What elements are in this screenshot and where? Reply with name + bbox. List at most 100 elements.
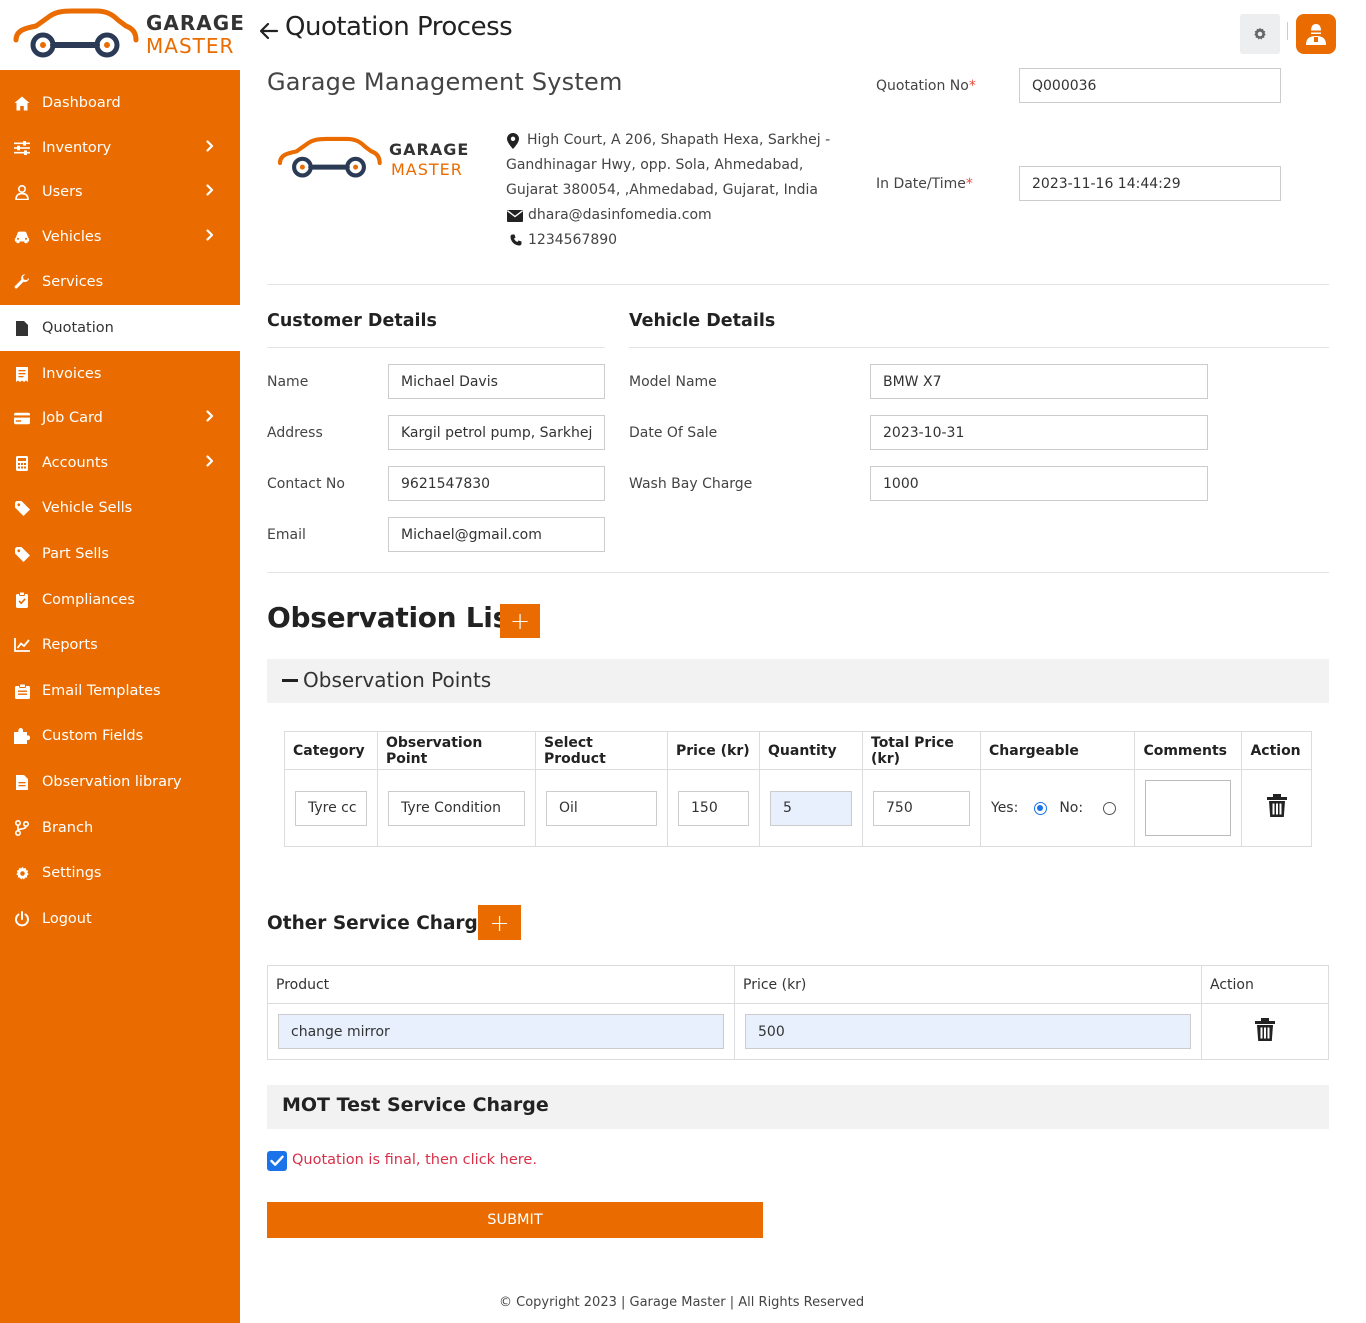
chargeable-no-radio[interactable] xyxy=(1103,801,1117,815)
checkmark-icon xyxy=(270,1155,284,1166)
sidebar-item-dashboard[interactable]: Dashboard xyxy=(0,80,240,126)
total-price-input[interactable]: 750 xyxy=(873,790,970,826)
collapse-minus-icon[interactable] xyxy=(282,679,298,682)
chargeable-yes-radio[interactable] xyxy=(1034,801,1048,815)
user-avatar[interactable] xyxy=(1296,14,1336,54)
in-date-label: In Date/Time* xyxy=(876,176,973,192)
sidebar-item-label: Invoices xyxy=(42,366,102,382)
sidebar-item-branch[interactable]: Branch xyxy=(0,805,240,851)
back-arrow-icon[interactable] xyxy=(258,20,280,42)
gear-icon xyxy=(14,865,30,881)
sidebar-item-custom-fields[interactable]: Custom Fields xyxy=(0,713,240,759)
other-service-charges-title: Other Service Charges xyxy=(267,913,502,934)
submit-button[interactable]: SUBMIT xyxy=(267,1202,763,1238)
customer-email-input[interactable]: Michael@gmail.com xyxy=(388,517,605,552)
sidebar-item-compliances[interactable]: Compliances xyxy=(0,577,240,623)
quotation-no-input[interactable]: Q000036 xyxy=(1019,68,1281,103)
customer-name-input[interactable]: Michael Davis xyxy=(388,364,605,399)
user-icon xyxy=(14,184,30,200)
sidebar-item-invoices[interactable]: Invoices xyxy=(0,351,240,397)
gear-icon xyxy=(1254,27,1266,40)
service-price-input[interactable]: 500 xyxy=(745,1014,1191,1049)
sidebar-item-accounts[interactable]: Accounts xyxy=(0,440,240,486)
trash-icon[interactable] xyxy=(1266,794,1287,818)
sidebar-item-label: Users xyxy=(42,184,83,200)
other-charges-header: Product Price (kr) Action xyxy=(267,965,1329,1004)
wash-bay-charge-input[interactable]: 1000 xyxy=(870,466,1208,501)
calculator-icon xyxy=(14,455,30,471)
sidebar-item-users[interactable]: Users xyxy=(0,169,240,215)
chargeable-cell: Yes: No: xyxy=(979,769,1136,847)
chart-line-icon xyxy=(14,637,30,653)
category-select[interactable]: Tyre cc xyxy=(295,790,367,826)
sidebar-item-label: Inventory xyxy=(42,140,112,156)
table-row: change mirror 500 xyxy=(267,1003,1329,1060)
card-icon xyxy=(14,410,30,426)
divider xyxy=(267,347,605,348)
sidebar-item-vehicles[interactable]: Vehicles xyxy=(0,214,240,260)
customer-address-input[interactable]: Kargil petrol pump, Sarkhej xyxy=(388,415,605,450)
sidebar-item-part-sells[interactable]: Part Sells xyxy=(0,531,240,577)
company-phone: 1234567890 xyxy=(528,232,618,248)
add-observation-button[interactable]: + xyxy=(500,604,540,638)
sidebar-logo[interactable]: GARAGE MASTER xyxy=(0,0,244,70)
vehicle-details-title: Vehicle Details xyxy=(629,311,776,331)
trash-icon[interactable] xyxy=(1255,1017,1275,1042)
sidebar: GARAGE MASTER Dashboard Inventory Users Veh… xyxy=(0,0,244,1323)
customer-contact-label: Contact No xyxy=(267,476,345,492)
wash-bay-charge-label: Wash Bay Charge xyxy=(629,476,753,492)
quotation-final-checkbox[interactable] xyxy=(267,1151,287,1171)
logo-text-garage: GARAGE xyxy=(146,11,245,35)
service-product-input[interactable]: change mirror xyxy=(278,1014,724,1049)
customer-name-label: Name xyxy=(267,374,309,390)
vehicle-model-input[interactable]: BMW X7 xyxy=(870,364,1208,399)
sidebar-item-email-templates[interactable]: Email Templates xyxy=(0,668,240,714)
chevron-right-icon xyxy=(206,184,214,196)
sidebar-item-vehicle-sells[interactable]: Vehicle Sells xyxy=(0,485,240,531)
sidebar-item-observation-library[interactable]: Observation library xyxy=(0,759,240,805)
file-icon xyxy=(14,774,30,790)
in-date-input[interactable]: 2023-11-16 14:44:29 xyxy=(1019,166,1281,201)
sidebar-item-settings[interactable]: Settings xyxy=(0,850,240,896)
sidebar-item-label: Accounts xyxy=(42,455,109,471)
comments-textarea[interactable] xyxy=(1145,780,1232,836)
sidebar-item-label: Part Sells xyxy=(42,546,109,562)
settings-button[interactable] xyxy=(1240,14,1280,54)
company-logo-icon xyxy=(277,136,382,178)
sidebar-item-inventory[interactable]: Inventory xyxy=(0,125,240,171)
observation-table: Category Observation Point Select Produc… xyxy=(284,731,1312,847)
chargeable-yes-label: Yes: xyxy=(991,800,1019,816)
sidebar-item-reports[interactable]: Reports xyxy=(0,622,240,668)
column-header-price: Price (kr) xyxy=(734,965,1202,1004)
sidebar-item-label: Job Card xyxy=(42,410,103,426)
price-input[interactable]: 150 xyxy=(678,790,749,826)
add-service-charge-button[interactable]: + xyxy=(478,905,521,940)
sidebar-item-quotation[interactable]: Quotation xyxy=(0,305,240,351)
quotation-final-label[interactable]: Quotation is final, then click here. xyxy=(292,1152,537,1168)
mot-test-title: MOT Test Service Charge xyxy=(282,1094,549,1116)
vehicle-sale-date-input[interactable]: 2023-10-31 xyxy=(870,415,1208,450)
sidebar-item-services[interactable]: Services xyxy=(0,259,240,305)
other-charges-table: Product Price (kr) Action change mirror … xyxy=(267,965,1329,1060)
customer-contact-input[interactable]: 9621547830 xyxy=(388,466,605,501)
sidebar-item-label: Observation library xyxy=(42,774,182,790)
sidebar-item-job-card[interactable]: Job Card xyxy=(0,395,240,441)
observation-point-input[interactable]: Tyre Condition xyxy=(388,790,525,826)
power-icon xyxy=(14,911,30,927)
product-select[interactable]: Oil xyxy=(546,790,657,826)
sidebar-item-logout[interactable]: Logout xyxy=(0,896,240,942)
sliders-icon xyxy=(14,140,30,156)
envelope-icon xyxy=(507,210,523,222)
company-email: dhara@dasinfomedia.com xyxy=(528,207,712,223)
wrench-icon xyxy=(14,274,30,290)
receipt-icon xyxy=(14,366,30,382)
sidebar-item-label: Custom Fields xyxy=(42,728,144,744)
quantity-input[interactable]: 5 xyxy=(770,790,852,826)
column-header-action: Action xyxy=(1201,965,1329,1004)
puzzle-icon xyxy=(14,728,30,744)
header-divider xyxy=(1287,22,1288,40)
logo-text-master: MASTER xyxy=(146,34,235,58)
map-marker-icon xyxy=(507,133,519,149)
column-header-price: Price (kr) xyxy=(667,731,760,770)
tag-icon xyxy=(14,546,30,562)
